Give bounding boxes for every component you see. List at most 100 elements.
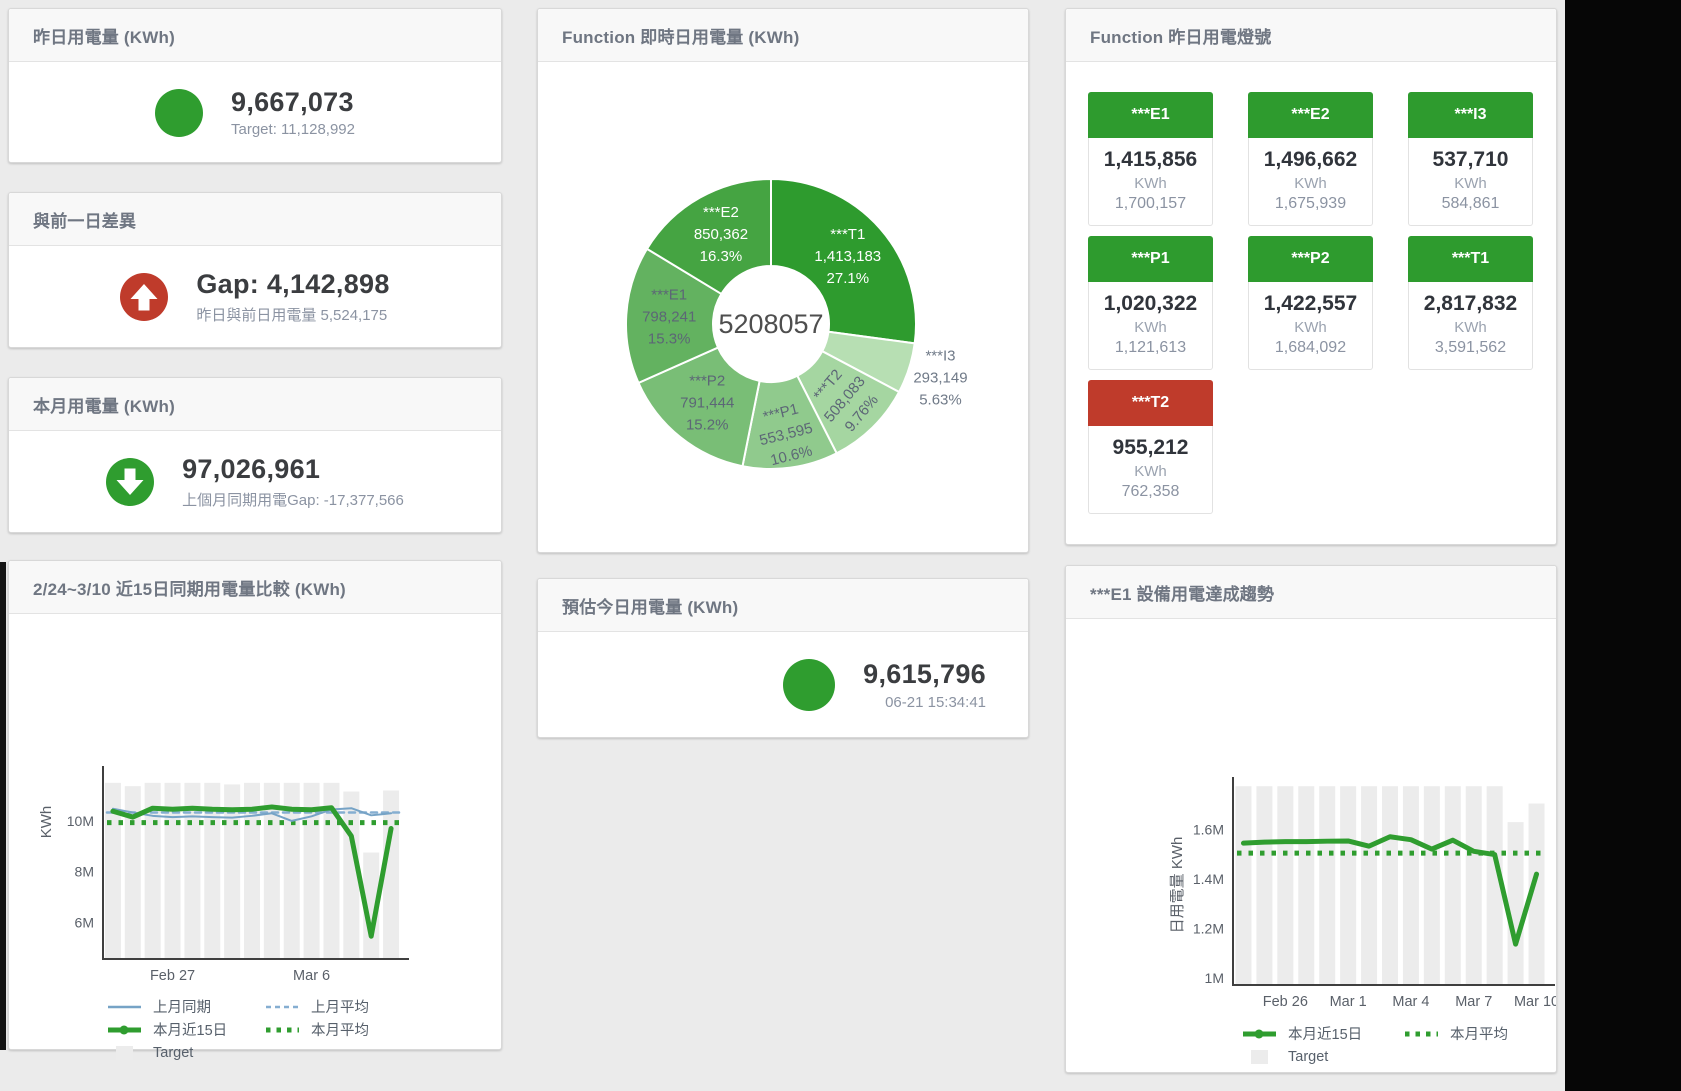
- tile-status-header: ***E1: [1088, 92, 1213, 138]
- light-tile-I3: ***I3537,710KWh584,861: [1408, 92, 1533, 226]
- target-bar: [1277, 786, 1293, 985]
- stat-subtitle: Target: 11,128,992: [231, 121, 355, 138]
- light-tile-T1: ***T12,817,832KWh3,591,562: [1408, 236, 1533, 370]
- trend-line-chart: 1M1.2M1.4M1.6MFeb 26Mar 1Mar 4Mar 7Mar 1…: [1066, 619, 1556, 1013]
- target-bar: [1382, 786, 1398, 985]
- stat-text: 97,026,961 上個月同期用電Gap: -17,377,566: [182, 454, 404, 509]
- tile-status-header: ***T2: [1088, 380, 1213, 426]
- target-bar: [1340, 786, 1356, 985]
- tile-status-header: ***I3: [1408, 92, 1533, 138]
- y-tick-label: 8M: [75, 864, 94, 880]
- legend-item-上月同期[interactable]: 上月同期: [107, 995, 265, 1018]
- panel-title: 與前一日差異: [33, 207, 136, 232]
- panel-title: 2/24~3/10 近15日同期用電量比較 (KWh): [33, 575, 346, 600]
- tile-value: 955,212: [1091, 436, 1210, 460]
- panel-yesterday-usage: 昨日用電量 (KWh) 9,667,073 Target: 11,128,992: [8, 8, 502, 163]
- y-tick-label: 1.2M: [1193, 921, 1224, 937]
- tile-unit: KWh: [1251, 319, 1370, 336]
- x-tick-label: Mar 6: [293, 968, 330, 984]
- status-circle-icon: [783, 659, 835, 711]
- legend-label: 本月近15日: [153, 1019, 227, 1040]
- arrow-up-circle-icon: [120, 273, 168, 321]
- legend-label: 本月平均: [311, 1019, 369, 1040]
- target-bar: [1424, 786, 1440, 985]
- panel-header: Function 昨日用電燈號: [1066, 9, 1556, 62]
- legend-swatch-icon: [107, 1045, 143, 1061]
- target-bar: [1256, 786, 1272, 985]
- tile-target: 1,684,092: [1251, 339, 1370, 357]
- y-axis-title: 日用電量 KWh: [1169, 837, 1186, 934]
- tile-body: 1,422,557 KWh 1,684,092: [1248, 282, 1373, 370]
- tile-unit: KWh: [1091, 319, 1210, 336]
- target-bar: [1403, 786, 1419, 985]
- stat-value: 9,667,073: [231, 87, 355, 118]
- realtime-donut-chart: ***T11,413,18327.1%***I3293,1495.63%***T…: [538, 62, 1028, 553]
- panel-title: Function 昨日用電燈號: [1090, 23, 1271, 48]
- compare-chart-legend: 上月同期 上月平均本月近15日 本月平均 Target: [107, 995, 501, 1064]
- legend-swatch-icon: [1242, 1026, 1278, 1042]
- tile-status-header: ***P1: [1088, 236, 1213, 282]
- tile-value: 1,496,662: [1251, 148, 1370, 172]
- stat-value: Gap: 4,142,898: [196, 269, 389, 300]
- target-bar: [383, 790, 399, 959]
- x-tick-label: Feb 27: [150, 968, 195, 984]
- stat-value: 97,026,961: [182, 454, 404, 485]
- legend-item-本月近15日[interactable]: 本月近15日: [107, 1018, 265, 1041]
- tile-unit: KWh: [1411, 319, 1530, 336]
- tile-target: 762,358: [1091, 483, 1210, 501]
- legend-swatch-icon: [265, 1022, 301, 1038]
- trend-chart-legend: 本月近15日 本月平均 Target: [1242, 1022, 1556, 1068]
- tile-target: 1,121,613: [1091, 339, 1210, 357]
- legend-item-Target[interactable]: Target: [107, 1041, 265, 1064]
- target-bar: [1445, 786, 1461, 985]
- stat-text: 9,615,796 06-21 15:34:41: [863, 659, 986, 710]
- tile-value: 1,422,557: [1251, 292, 1370, 316]
- legend-swatch-icon: [107, 999, 143, 1015]
- donut-center-total: 5208057: [718, 309, 823, 339]
- light-tile-E1: ***E11,415,856KWh1,700,157: [1088, 92, 1213, 226]
- legend-item-本月平均[interactable]: 本月平均: [1404, 1022, 1566, 1045]
- stat-subtitle: 上個月同期用電Gap: -17,377,566: [182, 489, 404, 510]
- legend-swatch-icon: [1404, 1026, 1440, 1042]
- legend-label: Target: [153, 1045, 193, 1061]
- light-tile-P1: ***P1 1,020,322 KWh 1,121,613: [1088, 236, 1213, 370]
- legend-swatch-icon: [1242, 1049, 1278, 1065]
- tile-value: 1,020,322: [1091, 292, 1210, 316]
- legend-label: 上月同期: [153, 996, 211, 1017]
- legend-item-本月平均[interactable]: 本月平均: [265, 1018, 423, 1041]
- compare-line-chart: 6M8M10MFeb 27Mar 6KWh: [9, 614, 501, 986]
- tile-body: 537,710KWh584,861: [1408, 138, 1533, 226]
- legend-item-本月近15日[interactable]: 本月近15日: [1242, 1022, 1404, 1045]
- tile-value: 2,817,832: [1411, 292, 1530, 316]
- legend-item-上月平均[interactable]: 上月平均: [265, 995, 423, 1018]
- tile-unit: KWh: [1091, 463, 1210, 480]
- stat-text: Gap: 4,142,898 昨日與前日用電量 5,524,175: [196, 269, 389, 324]
- y-axis-title: KWh: [38, 806, 55, 839]
- tile-status-header: ***T1: [1408, 236, 1533, 282]
- tile-unit: KWh: [1251, 175, 1370, 192]
- target-bar: [1319, 786, 1335, 985]
- panel-today-estimate: 預估今日用電量 (KWh) 9,615,796 06-21 15:34:41: [537, 578, 1029, 738]
- legend-label: Target: [1288, 1049, 1328, 1065]
- panel-header: 昨日用電量 (KWh): [9, 9, 501, 62]
- panel-title: Function 即時日用電量 (KWh): [562, 23, 799, 48]
- status-circle-icon: [155, 89, 203, 137]
- panel-header: 2/24~3/10 近15日同期用電量比較 (KWh): [9, 561, 501, 614]
- y-tick-label: 1.4M: [1193, 871, 1224, 887]
- x-tick-label: Mar 1: [1330, 994, 1367, 1010]
- screen-left-black-strip: [0, 562, 6, 1050]
- legend-item-Target[interactable]: Target: [1242, 1045, 1404, 1068]
- target-bar: [1298, 786, 1314, 985]
- stat-row: 9,667,073 Target: 11,128,992: [9, 62, 501, 163]
- tile-unit: KWh: [1411, 175, 1530, 192]
- stat-text: 9,667,073 Target: 11,128,992: [231, 87, 355, 138]
- tile-target: 1,700,157: [1091, 195, 1210, 213]
- legend-label: 本月平均: [1450, 1023, 1508, 1044]
- tile-target: 584,861: [1411, 195, 1530, 213]
- panel-title: 昨日用電量 (KWh): [33, 23, 175, 48]
- y-tick-label: 1.6M: [1193, 822, 1224, 838]
- tile-body: 1,415,856KWh1,700,157: [1088, 138, 1213, 226]
- legend-label: 本月近15日: [1288, 1023, 1362, 1044]
- y-tick-label: 1M: [1205, 970, 1224, 986]
- y-tick-label: 10M: [67, 813, 94, 829]
